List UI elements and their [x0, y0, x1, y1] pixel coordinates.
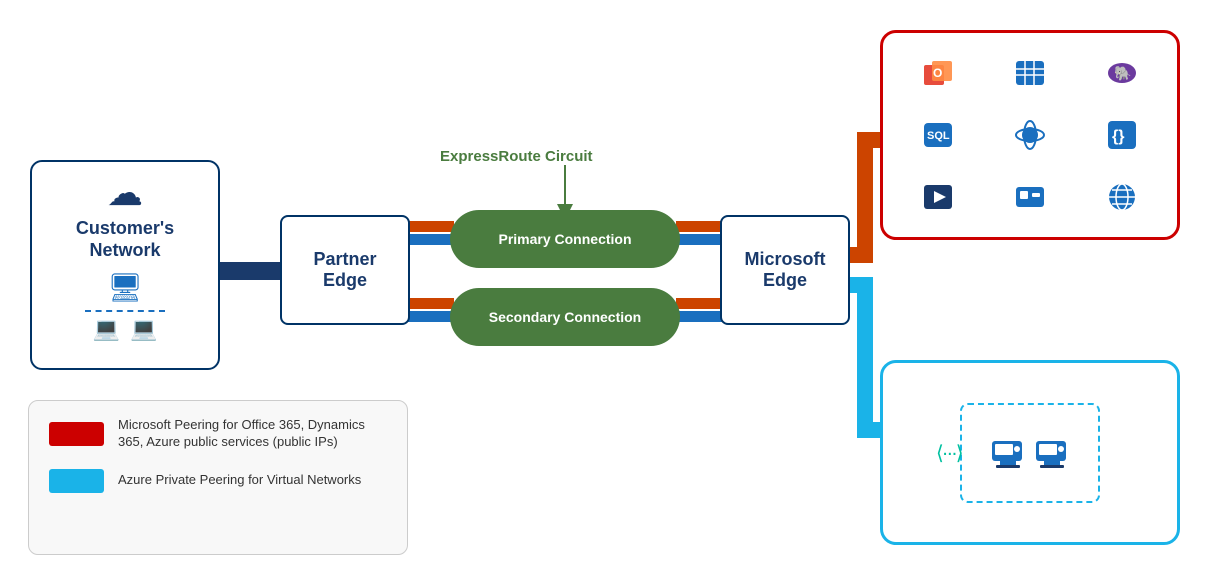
computer-row: 💻 💻	[93, 316, 158, 342]
primary-connection-label: Primary Connection	[498, 231, 631, 247]
svg-text:O: O	[933, 66, 942, 80]
vnet-box: ⟨···⟩	[880, 360, 1180, 545]
customer-cloud-icon: ☁	[107, 172, 143, 214]
vnet-inner-container: ⟨···⟩	[960, 403, 1100, 503]
office365-icon: O	[895, 45, 981, 101]
sql-icon: SQL	[895, 107, 981, 163]
legend-item-blue: Azure Private Peering for Virtual Networ…	[49, 469, 387, 493]
secondary-connection-pill: Secondary Connection	[450, 288, 680, 346]
office-services-box: O 🐘 SQL	[880, 30, 1180, 240]
customer-network-box: ☁ Customer's Network 🖥 💻 💻	[30, 160, 220, 370]
microsoft-edge-box: Microsoft Edge	[720, 215, 850, 325]
secondary-connection-label: Secondary Connection	[489, 309, 641, 325]
vnet-arrows-icon: ⟨···⟩	[936, 440, 962, 465]
svg-text:SQL: SQL	[927, 130, 950, 142]
customer-network-label: Customer's Network	[76, 218, 174, 261]
vm-icons	[990, 435, 1070, 471]
legend-blue-text: Azure Private Peering for Virtual Networ…	[118, 472, 361, 489]
legend-blue-color	[49, 469, 104, 493]
server-icon: 🖥	[107, 271, 143, 304]
laptop-icon-right: 💻	[130, 316, 157, 342]
expressroute-label: ExpressRoute Circuit	[440, 148, 593, 165]
legend-red-color	[49, 422, 104, 446]
hdinsight-icon: 🐘	[1079, 45, 1165, 101]
dashed-line	[85, 310, 165, 312]
diagram-container: ☁ Customer's Network 🖥 💻 💻 Partner Edge …	[0, 0, 1215, 581]
media-icon	[895, 169, 981, 225]
primary-connection-pill: Primary Connection	[450, 210, 680, 268]
partner-edge-label: Partner Edge	[313, 249, 376, 291]
legend-box: Microsoft Peering for Office 365, Dynami…	[28, 400, 408, 555]
legend-item-red: Microsoft Peering for Office 365, Dynami…	[49, 417, 387, 451]
storage-icon	[987, 169, 1073, 225]
functions-icon: {}	[1079, 107, 1165, 163]
table-icon	[987, 45, 1073, 101]
cdn-icon	[1079, 169, 1165, 225]
microsoft-edge-label: Microsoft Edge	[745, 249, 826, 291]
network-diagram: 🖥 💻 💻	[85, 271, 165, 342]
vm-icon-1	[990, 435, 1026, 471]
laptop-icon-left: 💻	[93, 316, 120, 342]
legend-red-text: Microsoft Peering for Office 365, Dynami…	[118, 417, 387, 451]
svg-text:🐘: 🐘	[1114, 65, 1131, 81]
svg-text:{}: {}	[1112, 128, 1124, 145]
cosmos-icon	[987, 107, 1073, 163]
partner-edge-box: Partner Edge	[280, 215, 410, 325]
vm-icon-2	[1034, 435, 1070, 471]
